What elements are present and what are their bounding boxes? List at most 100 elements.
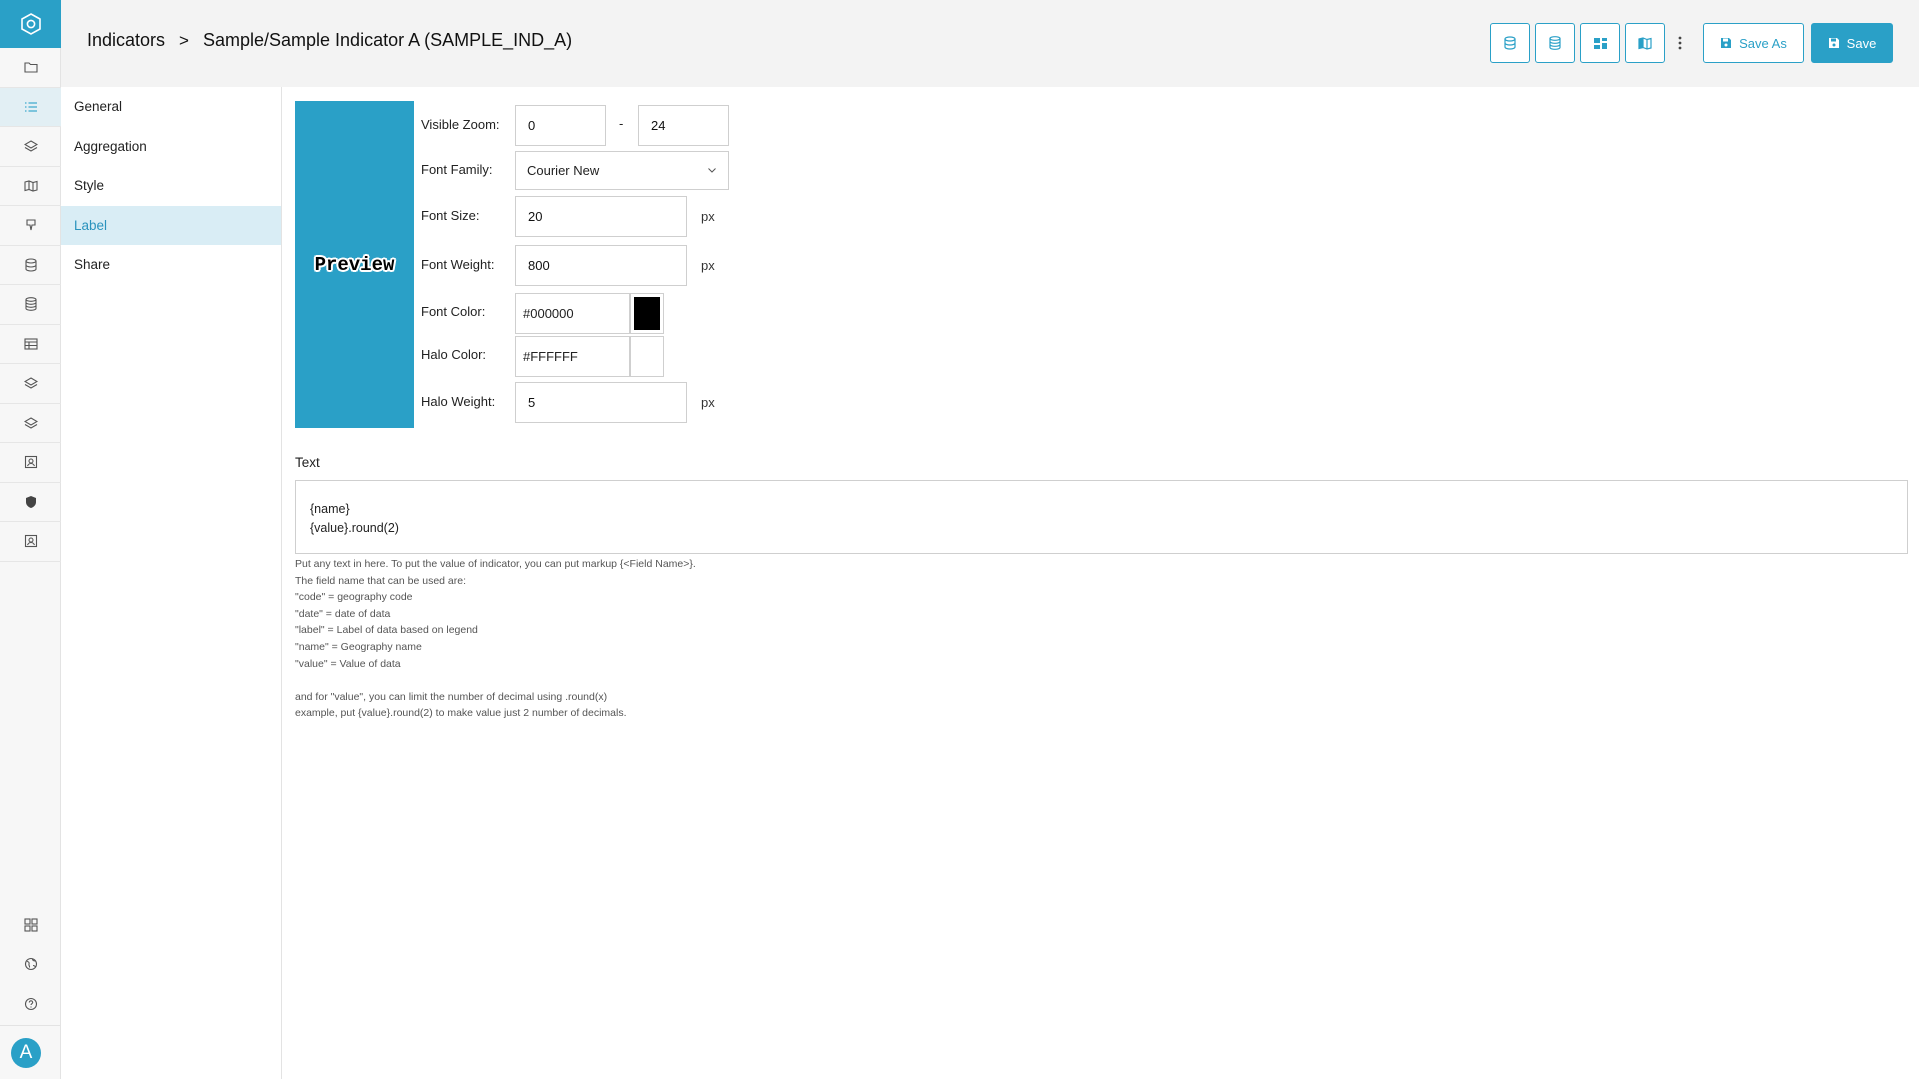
text-line: {name}: [310, 502, 350, 516]
database-stack-icon: [1549, 36, 1561, 50]
halo-weight-label: Halo Weight:: [421, 394, 496, 409]
pin-icon: [25, 219, 36, 231]
save-as-label: Save As: [1739, 35, 1787, 51]
help-line: and for "value", you can limit the numbe…: [295, 690, 608, 703]
font-weight-unit: px: [701, 258, 715, 273]
font-size-input[interactable]: 20: [515, 196, 687, 237]
font-color-swatch: [634, 297, 660, 330]
database-icon: [1504, 36, 1516, 50]
rail-help[interactable]: [0, 984, 61, 1024]
rail-pin[interactable]: [0, 206, 61, 246]
avatar[interactable]: A: [11, 1038, 41, 1068]
help-icon: [24, 997, 37, 1010]
font-family-select[interactable]: Courier New: [515, 151, 729, 190]
table-icon: [23, 338, 38, 350]
hexagon-logo-icon: [20, 13, 41, 35]
secnav-item-label: Aggregation: [74, 138, 147, 154]
label-text-editor[interactable]: {name} {value}.round(2): [295, 480, 1908, 554]
help-line: "date" = date of data: [295, 607, 391, 620]
zoom-max-input[interactable]: 24: [638, 105, 729, 146]
page-header: Indicators > Sample/Sample Indicator A (…: [61, 0, 1919, 87]
rail-layers-3[interactable]: [0, 404, 61, 443]
help-line: "value" = Value of data: [295, 657, 401, 670]
font-color-swatch-button[interactable]: [630, 293, 664, 334]
database-icon: [24, 258, 37, 272]
label-settings-panel: Preview Visible Zoom: 0 - 24 Font Family…: [282, 87, 1919, 1079]
globe-icon: [24, 958, 37, 971]
avatar-area: A: [0, 1025, 61, 1079]
label-preview: Preview: [295, 101, 414, 428]
rail-database[interactable]: [0, 246, 61, 285]
secnav-item-general[interactable]: General: [61, 87, 281, 127]
section-nav: General Aggregation Style Label Share: [61, 87, 282, 1079]
dashboard-icon: [1593, 37, 1607, 49]
layers-icon: [23, 140, 38, 152]
zoom-min-input[interactable]: 0: [515, 105, 606, 146]
font-color-input[interactable]: #000000: [515, 293, 630, 334]
secnav-item-aggregation[interactable]: Aggregation: [61, 127, 281, 167]
database-stack-button[interactable]: [1535, 23, 1575, 63]
rail-table[interactable]: [0, 325, 61, 364]
database-button[interactable]: [1490, 23, 1530, 63]
secnav-item-style[interactable]: Style: [61, 166, 281, 206]
layers-icon: [23, 417, 38, 429]
font-color-label: Font Color:: [421, 304, 486, 319]
left-rail: A: [0, 0, 61, 1079]
halo-color-swatch-button[interactable]: [630, 336, 664, 377]
contact-icon: [24, 456, 37, 469]
help-line: "name" = Geography name: [295, 640, 422, 653]
more-vertical-icon: [1678, 36, 1682, 50]
layers-icon: [23, 377, 38, 389]
halo-weight-input[interactable]: 5: [515, 382, 687, 423]
app-logo[interactable]: [0, 0, 61, 48]
secnav-item-label: General: [74, 99, 123, 115]
help-text: Put any text in here. To put the value o…: [295, 556, 696, 722]
toolbar: Save As Save: [61, 23, 1919, 63]
secnav-item-label-tab[interactable]: Label: [61, 205, 281, 245]
text-line: {value}.round(2): [310, 521, 399, 535]
save-as-button[interactable]: Save As: [1703, 23, 1804, 63]
map-icon: [23, 180, 38, 192]
halo-color-input[interactable]: #FFFFFF: [515, 336, 630, 377]
halo-color-label: Halo Color:: [421, 347, 487, 362]
save-label: Save: [1846, 35, 1877, 51]
font-size-label: Font Size:: [421, 208, 480, 223]
map-icon: [1637, 36, 1652, 50]
help-line: [295, 672, 696, 689]
font-weight-label: Font Weight:: [421, 257, 495, 272]
rail-contact-2[interactable]: [0, 522, 61, 562]
chevron-down-icon: [708, 168, 716, 173]
folder-icon: [23, 62, 38, 73]
rail-shield[interactable]: [0, 483, 61, 522]
grid-icon: [23, 918, 38, 932]
halo-color-swatch: [634, 340, 660, 373]
rail-contact[interactable]: [0, 443, 61, 483]
secnav-item-label: Label: [74, 217, 108, 233]
list-icon: [24, 102, 37, 112]
text-section-title: Text: [295, 455, 320, 470]
rail-layers-2[interactable]: [0, 364, 61, 404]
save-icon: [1721, 38, 1732, 48]
secnav-item-share[interactable]: Share: [61, 245, 281, 285]
help-line: "label" = Label of data based on legend: [295, 624, 478, 637]
help-line: example, put {value}.round(2) to make va…: [295, 707, 627, 720]
secnav-item-label: Share: [74, 257, 111, 273]
rail-list[interactable]: [0, 87, 61, 127]
rail-grid[interactable]: [0, 905, 61, 945]
help-line: Put any text in here. To put the value o…: [295, 558, 696, 570]
dashboard-button[interactable]: [1580, 23, 1620, 63]
rail-layers[interactable]: [0, 127, 61, 167]
font-weight-input[interactable]: 800: [515, 245, 687, 286]
help-line: The field name that can be used are:: [295, 574, 467, 587]
save-icon: [1828, 38, 1839, 48]
rail-folder[interactable]: [0, 48, 61, 88]
rail-database-stack[interactable]: [0, 285, 61, 325]
shield-icon: [25, 495, 36, 508]
rail-map[interactable]: [0, 167, 61, 206]
map-button[interactable]: [1625, 23, 1665, 63]
more-options-button[interactable]: [1670, 23, 1690, 63]
rail-globe[interactable]: [0, 945, 61, 985]
preview-text: Preview: [314, 253, 395, 276]
visible-zoom-label: Visible Zoom:: [421, 117, 500, 132]
save-button[interactable]: Save: [1811, 23, 1893, 63]
